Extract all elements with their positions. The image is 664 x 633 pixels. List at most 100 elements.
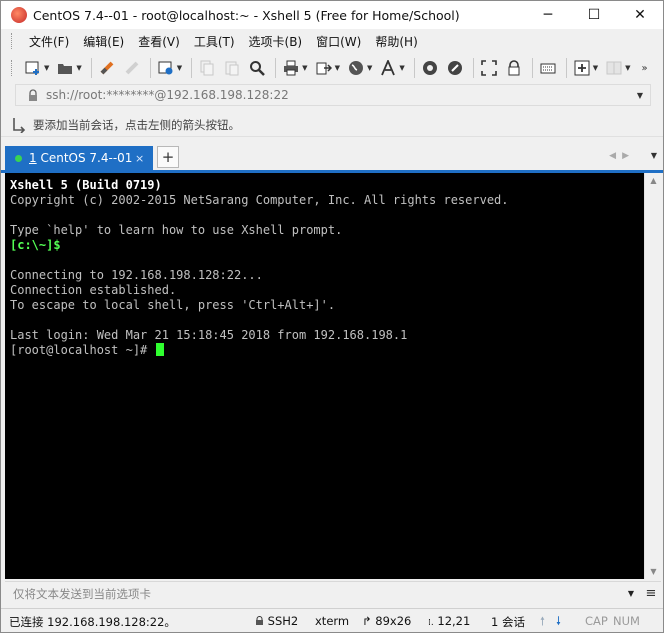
- caps-lock-indicator: CAP: [585, 614, 608, 628]
- browser-button[interactable]: [345, 57, 367, 79]
- properties-dropdown[interactable]: ▼: [177, 64, 182, 72]
- menu-tools[interactable]: 工具(T): [187, 33, 242, 50]
- layout-button[interactable]: [603, 57, 625, 79]
- window-title: CentOS 7.4--01 - root@localhost:~ - Xshe…: [33, 7, 460, 23]
- add-dropdown[interactable]: ▼: [593, 64, 598, 72]
- tab-session[interactable]: 1 CentOS 7.4--01 ×: [5, 146, 153, 170]
- fullscreen-icon: [480, 60, 497, 76]
- menu-view[interactable]: 查看(V): [131, 33, 187, 50]
- terminal-line: Connecting to 192.168.198.128:22...: [10, 268, 263, 282]
- add-session-arrow-icon[interactable]: [11, 117, 27, 133]
- terminal-line: Type `help' to learn how to use Xshell p…: [10, 223, 343, 237]
- cursor-position-icon: ⁞.: [428, 618, 434, 628]
- address-dropdown[interactable]: ▼: [630, 91, 650, 100]
- toolbar-separator: [531, 58, 533, 78]
- menu-help[interactable]: 帮助(H): [368, 33, 424, 50]
- add-icon: [574, 60, 590, 76]
- keyboard-icon: [540, 63, 556, 74]
- new-tab-button[interactable]: +: [157, 146, 179, 168]
- menu-file[interactable]: 文件(F): [22, 33, 76, 50]
- protocol-status: SSH2: [255, 614, 298, 628]
- local-prompt: [c:\~]$: [10, 238, 61, 252]
- minimize-button[interactable]: ─: [525, 1, 571, 29]
- fullscreen-button[interactable]: [478, 57, 500, 79]
- browser-dropdown[interactable]: ▼: [367, 64, 372, 72]
- font-button[interactable]: [377, 57, 399, 79]
- tab-label: 1 CentOS 7.4--01: [29, 151, 135, 165]
- address-input[interactable]: ssh://root:********@192.168.198.128:22: [46, 88, 630, 102]
- terminal-screen[interactable]: Xshell 5 (Build 0719) Copyright (c) 2002…: [5, 173, 644, 579]
- scroll-down-arrow-icon[interactable]: 🠗: [556, 614, 561, 633]
- add-button[interactable]: [571, 57, 593, 79]
- disconnect-button[interactable]: [121, 57, 143, 79]
- folder-icon: [58, 64, 73, 74]
- scroll-up-icon[interactable]: ▲: [645, 176, 662, 185]
- scroll-down-icon[interactable]: ▼: [645, 567, 662, 576]
- compose-bar: 仅将文本发送到当前选项卡 ▼ ≡: [5, 581, 661, 605]
- xftp-icon: [422, 61, 437, 75]
- scroll-up-arrow-icon[interactable]: 🠕: [540, 614, 545, 633]
- paste-icon: [225, 61, 239, 76]
- reconnect-button[interactable]: [96, 57, 118, 79]
- print-dropdown[interactable]: ▼: [302, 64, 307, 72]
- address-bar[interactable]: ssh://root:********@192.168.198.128:22 ▼: [15, 84, 651, 106]
- new-session-button[interactable]: [22, 57, 44, 79]
- session-hint-bar: 要添加当前会话，点击左侧的箭头按钮。: [1, 113, 663, 137]
- transfer-button[interactable]: [313, 57, 335, 79]
- toolbar-overflow[interactable]: »: [642, 63, 648, 74]
- toolbar: ▼ ▼ ▼ ▼ ▼ ▼ ▼ ▼ ▼ »: [1, 54, 663, 82]
- terminal-size-label: 89x26: [375, 614, 412, 628]
- session-hint-text: 要添加当前会话，点击左侧的箭头按钮。: [33, 117, 240, 132]
- toolbar-separator: [191, 58, 193, 78]
- compose-target-dropdown[interactable]: ▼: [621, 589, 641, 598]
- properties-button[interactable]: [155, 57, 177, 79]
- font-dropdown[interactable]: ▼: [399, 64, 404, 72]
- print-icon: [284, 60, 299, 76]
- unlink-icon: [125, 61, 139, 75]
- terminal-type: xterm: [315, 614, 350, 628]
- tab-list-dropdown[interactable]: ▼: [651, 151, 657, 160]
- keyboard-button[interactable]: [537, 57, 559, 79]
- terminal-cursor: [155, 343, 164, 356]
- tab-scroll-arrows[interactable]: ◀▶: [609, 151, 635, 161]
- lock-button[interactable]: [503, 57, 525, 79]
- menu-edit[interactable]: 编辑(E): [76, 33, 131, 50]
- shell-prompt: [root@localhost ~]#: [10, 343, 155, 357]
- transfer-dropdown[interactable]: ▼: [335, 64, 340, 72]
- xftp-button[interactable]: [419, 57, 441, 79]
- open-button[interactable]: [54, 57, 76, 79]
- compose-input[interactable]: 仅将文本发送到当前选项卡: [5, 582, 621, 605]
- protocol-label: SSH2: [267, 614, 299, 628]
- find-button[interactable]: [246, 57, 268, 79]
- open-dropdown[interactable]: ▼: [76, 64, 81, 72]
- paste-button[interactable]: [221, 57, 243, 79]
- resize-icon: ↱: [362, 614, 372, 628]
- menu-window[interactable]: 窗口(W): [309, 33, 368, 50]
- xmanager-button[interactable]: [444, 57, 466, 79]
- maximize-button[interactable]: ☐: [571, 1, 617, 29]
- menu-tab[interactable]: 选项卡(B): [242, 33, 310, 50]
- copy-icon: [200, 60, 214, 76]
- title-bar: CentOS 7.4--01 - root@localhost:~ - Xshe…: [1, 1, 663, 29]
- layout-icon: [606, 61, 622, 75]
- tab-bar: 1 CentOS 7.4--01 × + ◀▶ ▼: [1, 144, 663, 170]
- menu-grip: [11, 33, 14, 49]
- close-button[interactable]: ✕: [617, 1, 663, 29]
- compose-menu-icon[interactable]: ≡: [641, 586, 661, 601]
- toolbar-separator: [90, 58, 92, 78]
- globe-icon: [348, 61, 363, 75]
- toolbar-separator: [149, 58, 151, 78]
- print-button[interactable]: [280, 57, 302, 79]
- layout-dropdown[interactable]: ▼: [625, 64, 630, 72]
- menu-bar: 文件(F) 编辑(E) 查看(V) 工具(T) 选项卡(B) 窗口(W) 帮助(…: [1, 29, 663, 53]
- tab-close-icon[interactable]: ×: [135, 152, 153, 165]
- terminal-line: To escape to local shell, press 'Ctrl+Al…: [10, 298, 336, 312]
- new-session-dropdown[interactable]: ▼: [44, 64, 49, 72]
- tab-number: 1: [29, 151, 37, 165]
- terminal-line: Copyright (c) 2002-2015 NetSarang Comput…: [10, 193, 509, 207]
- copy-button[interactable]: [196, 57, 218, 79]
- terminal-scrollbar[interactable]: ▲ ▼: [644, 173, 661, 579]
- lock-icon: [508, 60, 520, 76]
